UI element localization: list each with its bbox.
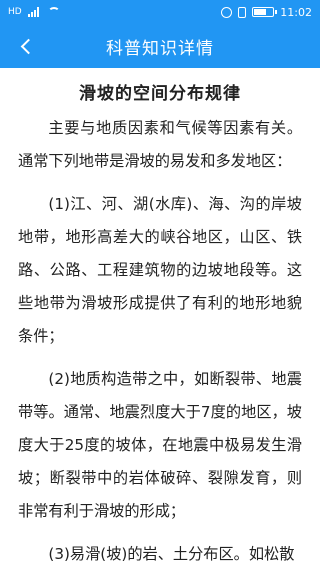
vibrate-icon — [238, 6, 247, 18]
back-button[interactable] — [6, 24, 46, 68]
page-title: 科普知识详情 — [106, 38, 214, 59]
article-title: 滑坡的空间分布规律 — [79, 84, 241, 104]
article-content[interactable]: 滑坡的空间分布规律 主要与地质因素和气候等因素有关。通常下列地带是滑坡的易发和多… — [0, 68, 320, 569]
status-right: 11:02 — [221, 6, 312, 19]
back-arrow-icon — [20, 38, 36, 54]
article-paragraph-3: (2)地质构造带之中，如断裂带、地震带等。通常、地震烈度大于7度的地区，坡度大于… — [18, 370, 302, 520]
article-paragraph-1: 主要与地质因素和气候等因素有关。通常下列地带是滑坡的易发和多发地区： — [18, 119, 302, 170]
wifi-icon — [47, 7, 60, 17]
alarm-icon — [221, 6, 233, 18]
signal-icon — [27, 7, 42, 17]
status-time: 11:02 — [280, 5, 312, 19]
battery-icon — [252, 7, 278, 17]
article-paragraph-2: (1)江、河、湖(水库)、海、沟的岸坡地带，地形高差大的峡谷地区，山区、铁路、公… — [18, 195, 302, 345]
sim-hd-icon: HD — [8, 7, 22, 17]
battery-fill — [254, 9, 267, 15]
nav-bar: 科普知识详情 — [0, 24, 320, 68]
status-left: HD — [8, 0, 60, 24]
status-bar: HD 11:02 — [0, 0, 320, 24]
article-paragraph-4: (3)易滑(坡)的岩、土分布区。如松散 — [48, 545, 295, 563]
